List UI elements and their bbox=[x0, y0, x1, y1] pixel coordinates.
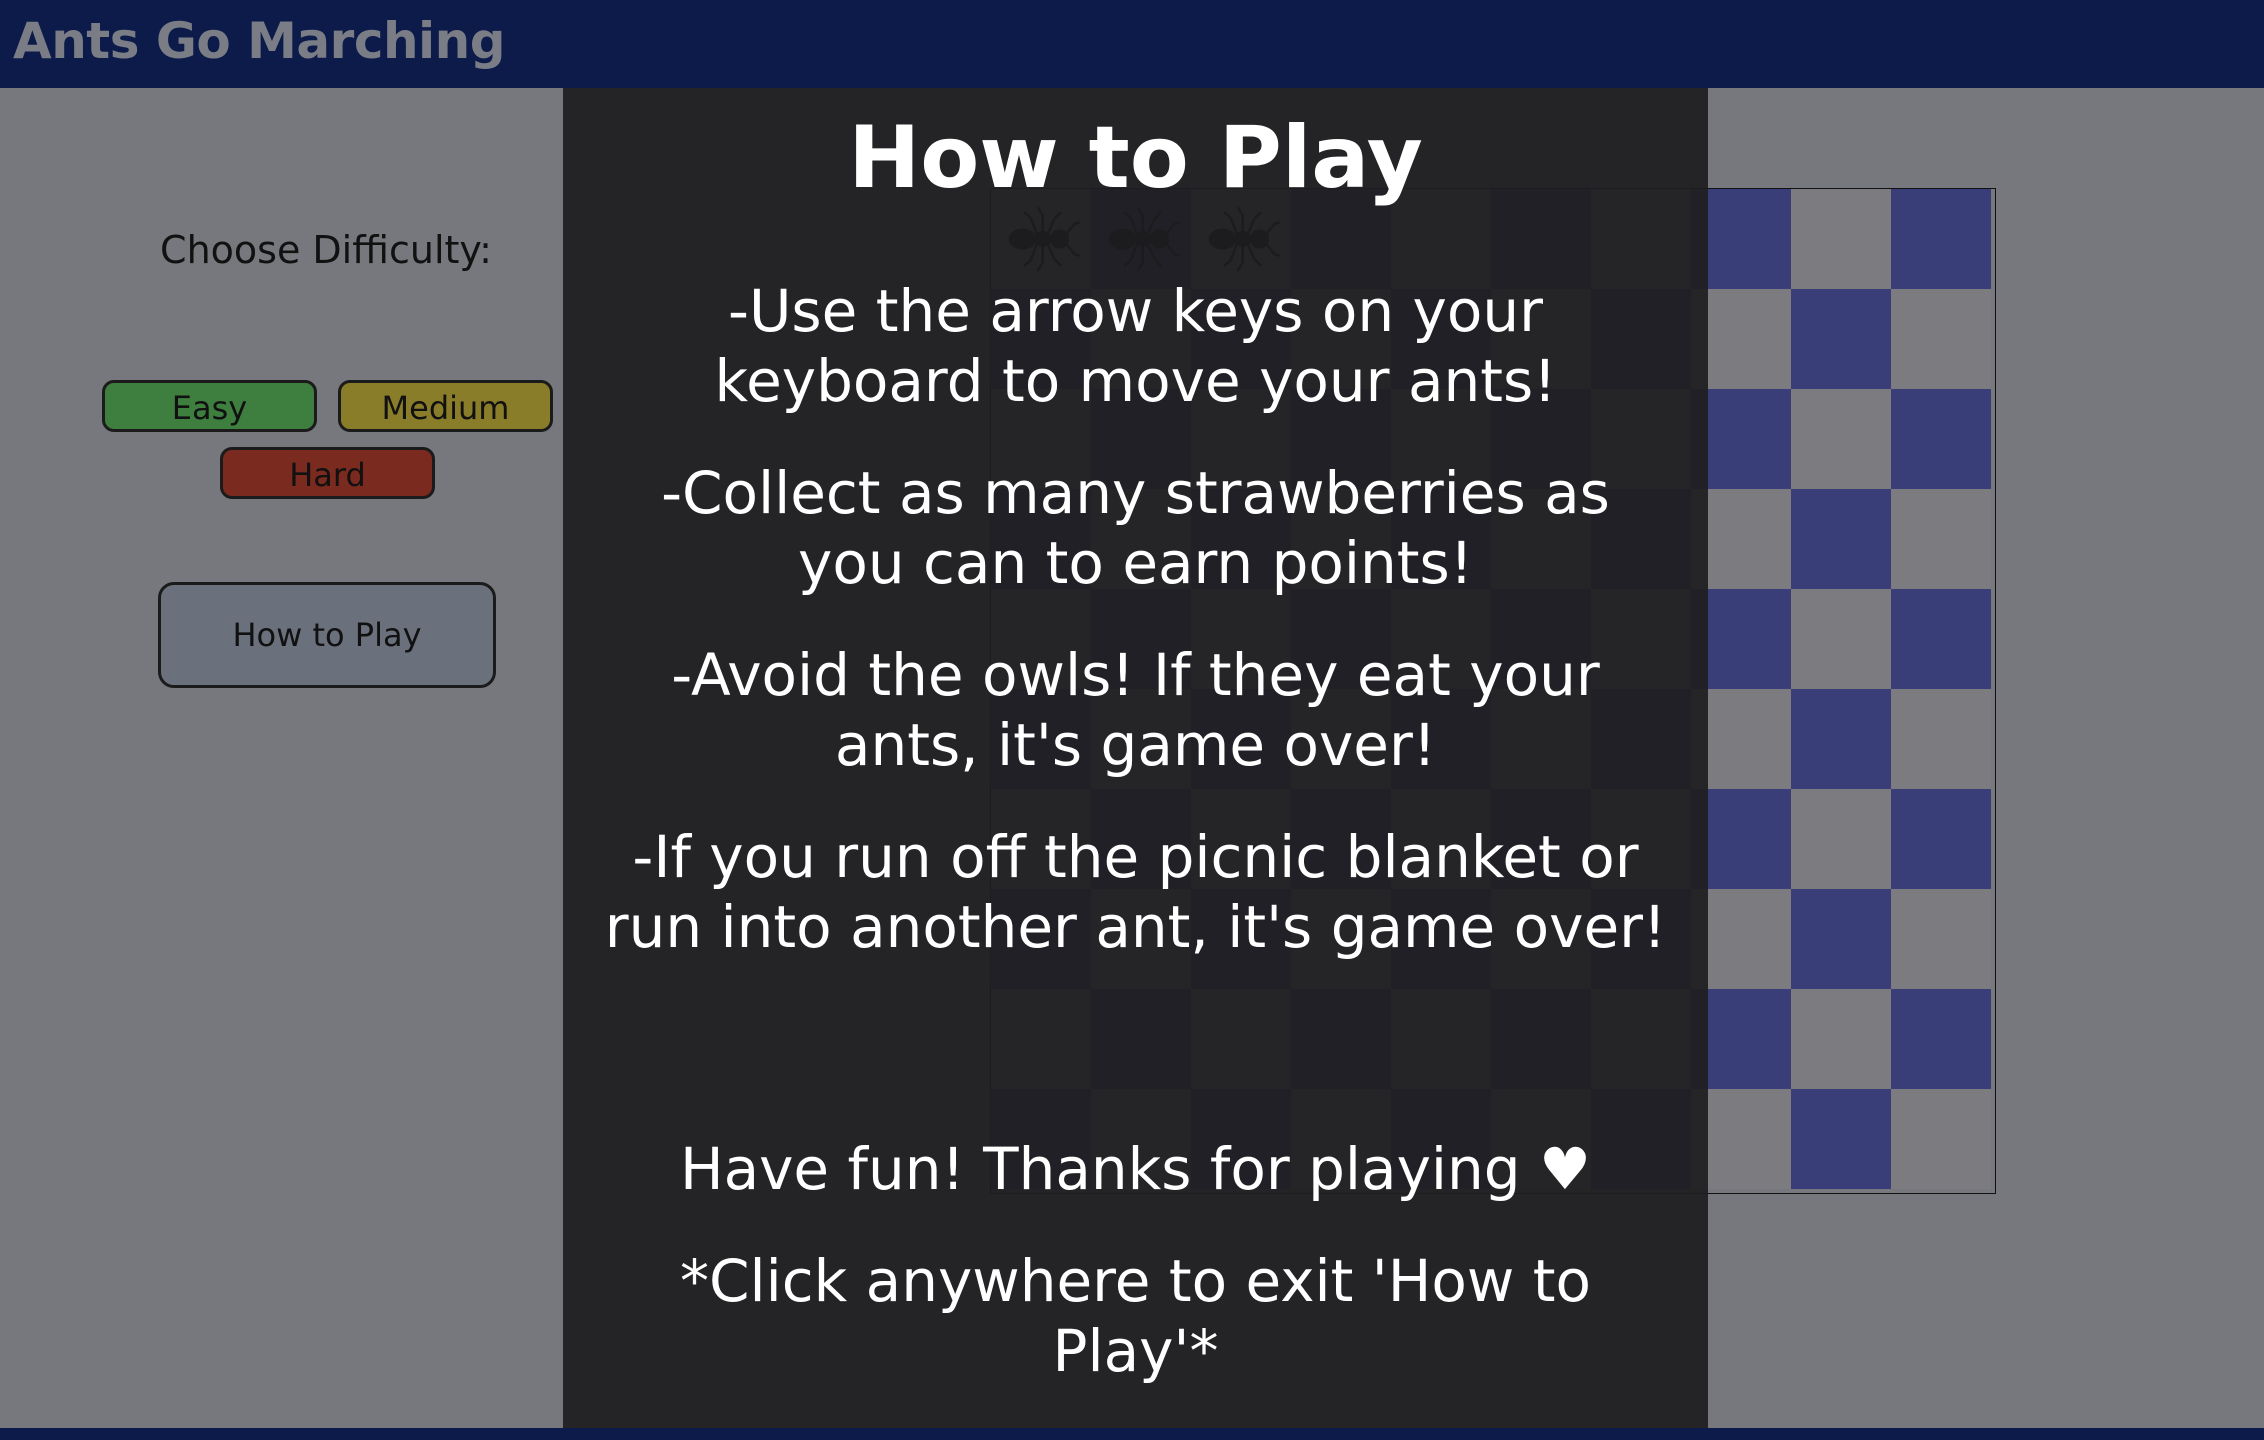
instruction-blanket: -If you run off the picnic blanket or ru… bbox=[604, 823, 1667, 961]
board-cell bbox=[1791, 1089, 1891, 1189]
board-cell bbox=[1791, 989, 1891, 1089]
instruction-arrow-keys: -Use the arrow keys on your keyboard to … bbox=[714, 277, 1557, 415]
board-cell bbox=[1891, 989, 1991, 1089]
board-cell bbox=[1891, 189, 1991, 289]
medium-button[interactable]: Medium bbox=[338, 380, 553, 432]
board-cell bbox=[1791, 189, 1891, 289]
instruction-owls: -Avoid the owls! If they eat your ants, … bbox=[671, 641, 1600, 779]
difficulty-label: Choose Difficulty: bbox=[160, 228, 492, 272]
footer-bar bbox=[0, 1428, 2264, 1440]
hard-button[interactable]: Hard bbox=[220, 447, 435, 499]
closing-message: Have fun! Thanks for playing ♥ bbox=[679, 1135, 1592, 1203]
board-cell bbox=[1791, 589, 1891, 689]
board-cell bbox=[1791, 289, 1891, 389]
board-cell bbox=[1791, 389, 1891, 489]
modal-title: How to Play bbox=[848, 108, 1423, 208]
board-cell bbox=[1891, 789, 1991, 889]
board-cell bbox=[1891, 689, 1991, 789]
board-cell bbox=[1891, 1089, 1991, 1189]
board-cell bbox=[1791, 889, 1891, 989]
how-to-play-button[interactable]: How to Play bbox=[158, 582, 496, 688]
board-cell bbox=[1891, 889, 1991, 989]
board-cell bbox=[1891, 489, 1991, 589]
easy-button[interactable]: Easy bbox=[102, 380, 317, 432]
board-cell bbox=[1891, 589, 1991, 689]
board-cell bbox=[1891, 389, 1991, 489]
board-cell bbox=[1891, 289, 1991, 389]
board-cell bbox=[1791, 789, 1891, 889]
board-cell bbox=[1791, 489, 1891, 589]
how-to-play-modal[interactable]: How to Play -Use the arrow keys on your … bbox=[563, 88, 1708, 1428]
app-title: Ants Go Marching bbox=[13, 12, 506, 70]
game-app: Ants Go Marching Choose Difficulty: Easy… bbox=[0, 0, 2264, 1440]
board-cell bbox=[1791, 689, 1891, 789]
exit-hint: *Click anywhere to exit 'How to Play'* bbox=[680, 1247, 1591, 1385]
header-bar: Ants Go Marching bbox=[0, 0, 2264, 88]
instruction-strawberries: -Collect as many strawberries as you can… bbox=[661, 459, 1610, 597]
